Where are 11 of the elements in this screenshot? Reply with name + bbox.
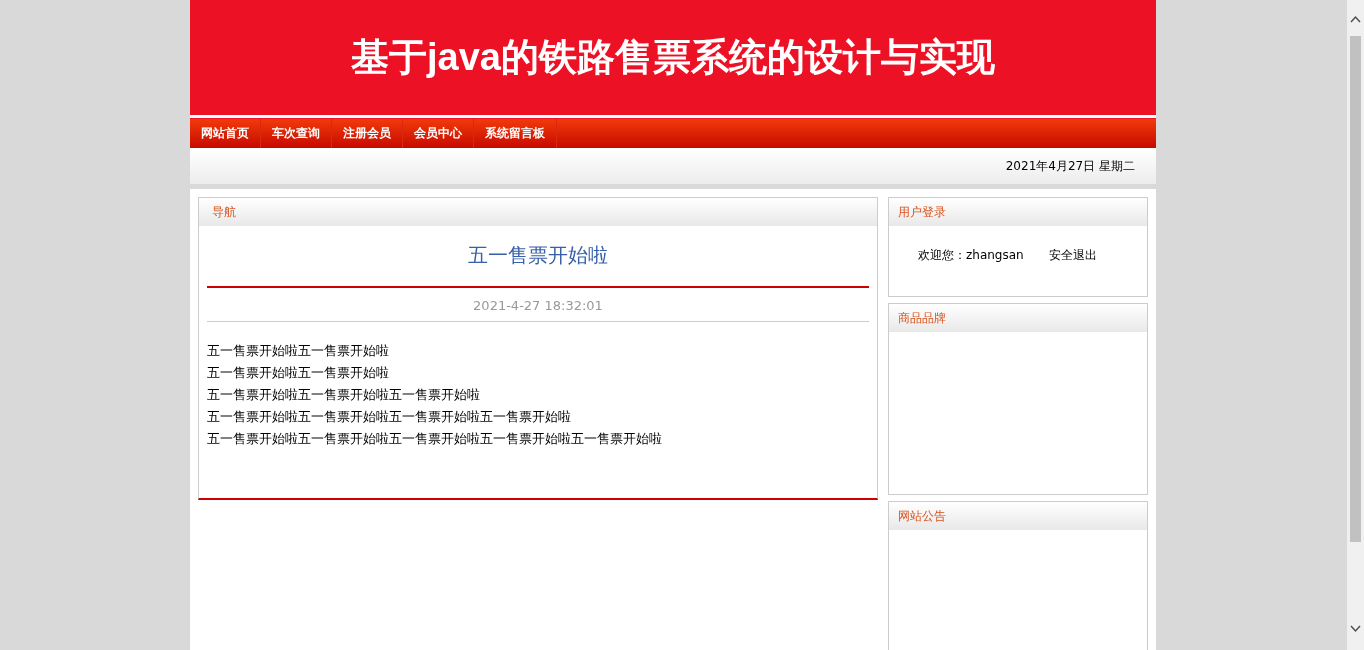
article-headline: 五一售票开始啦 [207, 226, 869, 288]
article-line: 五一售票开始啦五一售票开始啦 [207, 363, 390, 382]
article-line: 五一售票开始啦五一售票开始啦五一售票开始啦五一售票开始啦五一售票开始啦 [207, 429, 663, 448]
date-text: 2021年4月27日 星期二 [1005, 158, 1135, 175]
article-line: 五一售票开始啦五一售票开始啦五一售票开始啦五一售票开始啦 [207, 407, 572, 426]
site-title: 基于java的铁路售票系统的设计与实现 [351, 34, 995, 80]
article-line: 五一售票开始啦五一售票开始啦五一售票开始啦 [207, 385, 481, 404]
welcome-text: 欢迎您：zhangsan [918, 247, 1024, 264]
logout-link[interactable]: 安全退出 [1048, 246, 1097, 264]
article-line: 五一售票开始啦五一售票开始啦 [207, 341, 390, 360]
article-time: 2021-4-27 18:32:01 [207, 288, 869, 322]
